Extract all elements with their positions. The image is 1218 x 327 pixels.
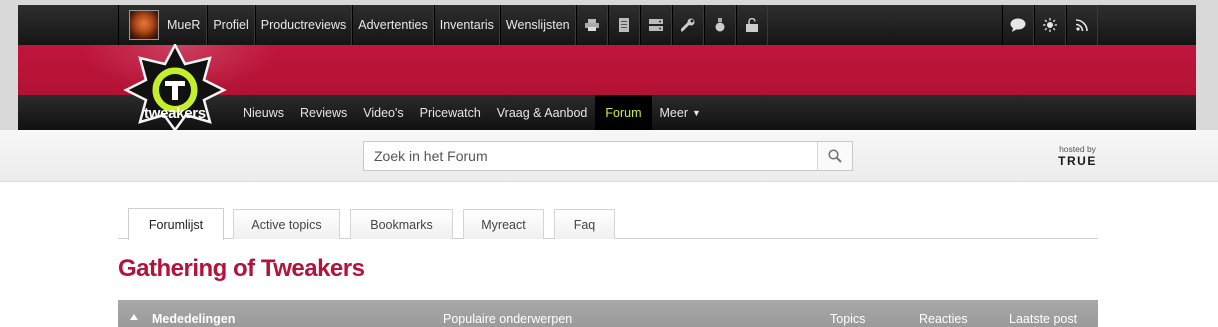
search-box: [363, 141, 853, 171]
avatar: [129, 10, 159, 40]
account-utilities: [1002, 5, 1098, 45]
server-icon[interactable]: [639, 5, 672, 45]
column-reacties: Reacties: [919, 312, 968, 326]
nav-item-meer[interactable]: Meer ▼: [652, 95, 709, 130]
unlock-icon[interactable]: [735, 5, 768, 45]
tab-forumlijst[interactable]: Forumlijst: [128, 208, 224, 240]
logo-wordmark: tweakers: [144, 105, 206, 122]
menu-productreviews[interactable]: Productreviews: [254, 5, 353, 45]
forum-table-header: Mededelingen Populaire onderwerpen Topic…: [118, 300, 1098, 327]
menu-advertenties[interactable]: Advertenties: [352, 5, 434, 45]
account-bar: MueR Profiel Productreviews Advertenties…: [18, 5, 1196, 45]
menu-profiel[interactable]: Profiel: [207, 5, 255, 45]
menu-inventaris[interactable]: Inventaris: [433, 5, 500, 45]
document-icon[interactable]: [607, 5, 640, 45]
column-topics: Topics: [830, 312, 866, 326]
search-icon: [828, 149, 842, 163]
collapse-arrow-icon[interactable]: [130, 314, 138, 320]
tab-bookmarks[interactable]: Bookmarks: [350, 209, 453, 239]
username: MueR: [167, 18, 201, 32]
column-laatste-post: Laatste post: [1009, 312, 1078, 326]
main-nav-items: Nieuws Reviews Video's Pricewatch Vraag …: [235, 95, 709, 130]
banner-right-edge: [1196, 45, 1218, 130]
nav-item-videos[interactable]: Video's: [355, 95, 411, 130]
tab-faq[interactable]: Faq: [554, 209, 615, 239]
tab-myreact[interactable]: Myreact: [463, 209, 544, 239]
search-input[interactable]: [364, 142, 818, 170]
hosted-by-label: hosted by: [1059, 144, 1096, 154]
user-profile-link[interactable]: MueR: [118, 5, 208, 45]
nav-item-vraag-aanbod[interactable]: Vraag & Aanbod: [489, 95, 596, 130]
medal-icon[interactable]: [703, 5, 736, 45]
nav-item-forum[interactable]: Forum: [595, 95, 652, 130]
hosted-by-brand: TRUE: [1058, 154, 1097, 168]
search-button[interactable]: [817, 142, 852, 170]
nav-item-meer-label: Meer: [659, 105, 688, 120]
tab-active-topics[interactable]: Active topics: [233, 209, 340, 239]
account-menu: MueR Profiel Productreviews Advertenties…: [118, 5, 768, 45]
printer-icon[interactable]: [575, 5, 608, 45]
wrench-icon[interactable]: [671, 5, 704, 45]
hosted-by-badge[interactable]: hosted by TRUE: [1050, 144, 1105, 168]
menu-wenslijsten[interactable]: Wenslijsten: [499, 5, 576, 45]
forum-tabs: Forumlijst Active topics Bookmarks Myrea…: [118, 208, 1098, 240]
page-title: Gathering of Tweakers: [118, 255, 365, 282]
section-title[interactable]: Mededelingen: [152, 312, 235, 326]
banner-left-edge: [0, 45, 18, 130]
search-strip: hosted by TRUE: [0, 130, 1218, 182]
chat-bubble-icon[interactable]: [1002, 5, 1034, 45]
nav-item-pricewatch[interactable]: Pricewatch: [412, 95, 489, 130]
sun-icon[interactable]: [1034, 5, 1066, 45]
nav-item-reviews[interactable]: Reviews: [292, 95, 355, 130]
column-popular-topics: Populaire onderwerpen: [443, 312, 573, 326]
chevron-down-icon: ▼: [691, 107, 701, 118]
rss-icon[interactable]: [1066, 5, 1098, 45]
